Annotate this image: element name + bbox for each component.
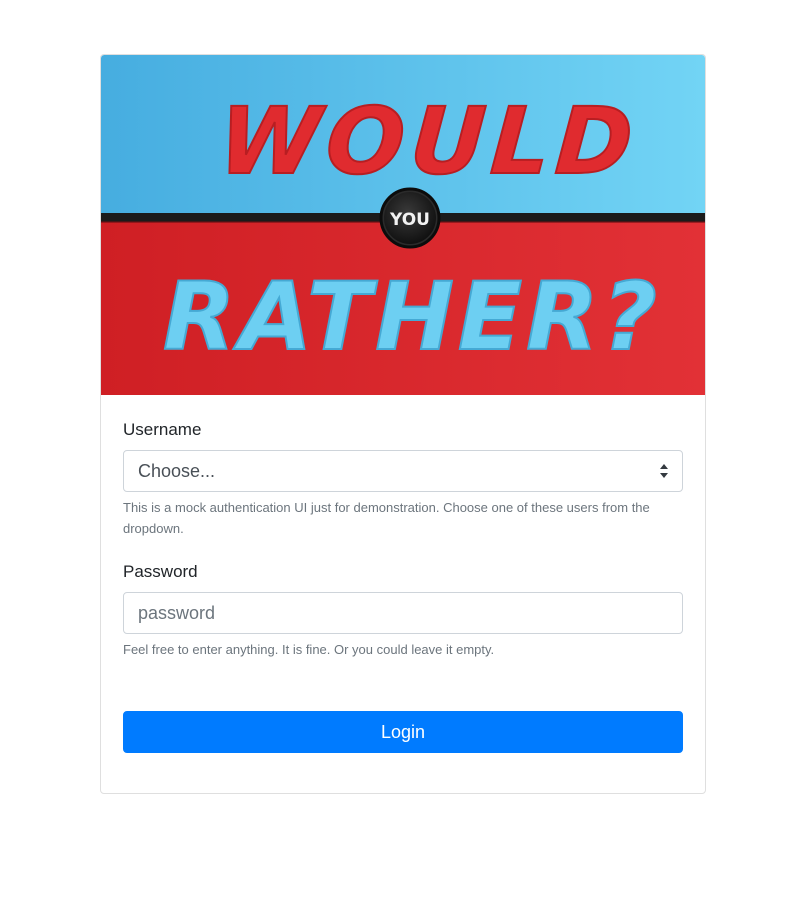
username-label: Username (123, 420, 202, 439)
password-input[interactable] (123, 592, 683, 634)
password-help-text: Feel free to enter anything. It is fine.… (123, 642, 495, 657)
password-label: Password (123, 562, 198, 581)
username-select-value: Choose... (138, 461, 216, 481)
login-button[interactable]: Login (123, 711, 683, 753)
login-form: Username Choose... This is a mock authen… (101, 395, 705, 753)
banner-word-would: WOULD (215, 88, 642, 195)
sort-arrows-icon (660, 464, 668, 478)
username-help-text: This is a mock authentication UI just fo… (123, 500, 650, 536)
username-select[interactable]: Choose... (123, 450, 683, 492)
login-card: WOULD YOU RATHER? Username Choose... Thi… (100, 54, 706, 794)
banner-word-rather: RATHER? (163, 263, 661, 372)
banner-logo-image: WOULD YOU RATHER? (101, 55, 705, 395)
banner-word-you: YOU (389, 210, 430, 230)
would-you-rather-banner: WOULD YOU RATHER? (101, 55, 705, 395)
